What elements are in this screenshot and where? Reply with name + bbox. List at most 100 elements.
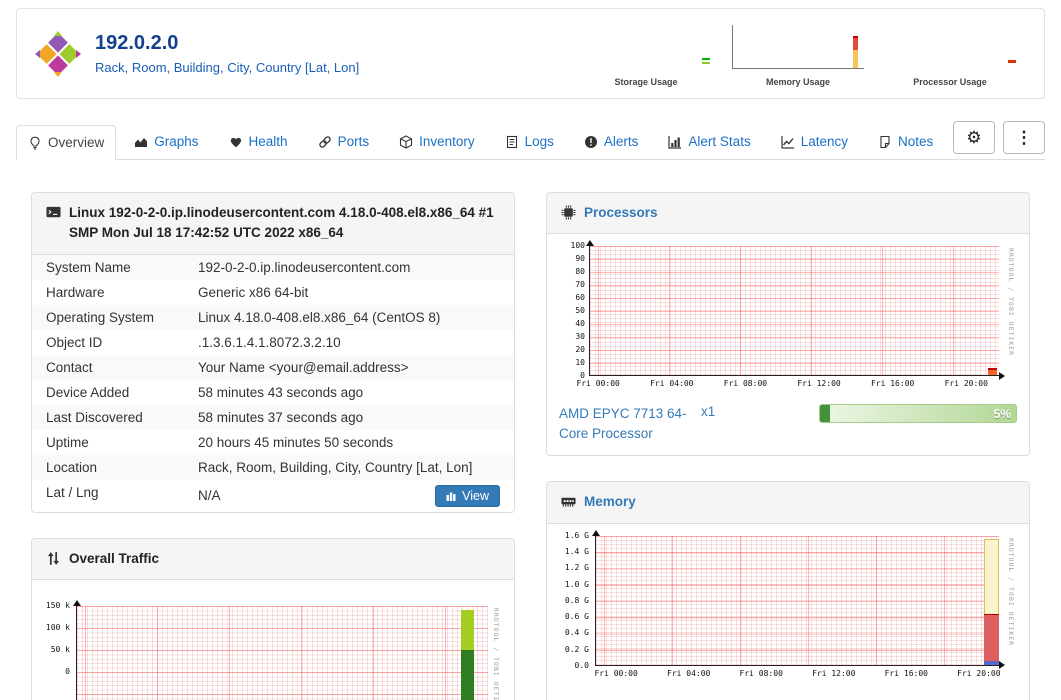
- cpu-count: x1: [701, 404, 716, 420]
- tab-graphs[interactable]: Graphs: [122, 124, 210, 159]
- memory-buffers-bar: [984, 660, 999, 665]
- row-value: 58 minutes 37 seconds ago: [198, 409, 364, 425]
- table-row: System Name 192-0-2-0.ip.linodeuserconte…: [32, 254, 514, 280]
- gear-icon: ⚙: [966, 128, 982, 147]
- traffic-arrows-icon: [47, 551, 60, 565]
- tab-overview[interactable]: Overview: [16, 125, 117, 160]
- row-label: Operating System: [46, 309, 155, 325]
- row-value: Your Name <your@email.address>: [198, 359, 409, 375]
- tab-alert-stats[interactable]: Alert Stats: [656, 124, 762, 159]
- tab-ports[interactable]: Ports: [306, 124, 382, 159]
- table-row: Object ID .1.3.6.1.4.1.8072.3.2.10: [32, 330, 514, 355]
- memory-icon: [561, 498, 576, 508]
- table-row: Lat / Lng N/A View: [32, 480, 514, 512]
- alert-circle-icon: [584, 135, 597, 148]
- memory-graph[interactable]: 1.6 G 1.4 G 1.2 G 1.0 G 0.8 G 0.6 G 0.4 …: [547, 524, 1029, 700]
- tab-actions: ⚙ ⋮: [953, 121, 1045, 159]
- table-row: Location Rack, Room, Building, City, Cou…: [32, 454, 514, 480]
- note-icon: [880, 135, 890, 148]
- traffic-plot: [72, 599, 488, 700]
- device-header: 192.0.2.0 Rack, Room, Building, City, Co…: [16, 8, 1045, 99]
- centos-logo: [35, 30, 81, 77]
- memory-mini-plot: [732, 25, 864, 69]
- row-value: Generic x86 64-bit: [198, 284, 309, 300]
- area-chart-icon: [135, 137, 148, 147]
- mini-graph-storage[interactable]: Storage Usage: [570, 19, 722, 87]
- system-info-header: Linux 192-0-2-0.ip.linodeusercontent.com…: [32, 193, 514, 255]
- traffic-out-bar: [461, 649, 474, 700]
- cpu-name-link[interactable]: AMD EPYC 7713 64-Core Processor: [559, 404, 699, 443]
- mini-graph-label: Processor Usage: [913, 77, 987, 87]
- row-value: 58 minutes 43 seconds ago: [198, 384, 364, 400]
- rrdtool-watermark: RRDTOOL / TOBI OETIKER: [1007, 537, 1015, 646]
- overview-content: Linux 192-0-2-0.ip.linodeusercontent.com…: [31, 192, 1030, 700]
- storage-mini-plot: [580, 25, 712, 69]
- memory-plot: Fri 00:00 Fri 04:00 Fri 08:00 Fri 12:00 …: [591, 529, 1005, 678]
- row-label: System Name: [46, 259, 131, 275]
- row-label: Uptime: [46, 434, 89, 450]
- table-row: Last Discovered 58 minutes 37 seconds ag…: [32, 404, 514, 430]
- logs-icon: [506, 135, 517, 148]
- more-actions-button[interactable]: ⋮: [1003, 121, 1045, 154]
- mini-graph-label: Storage Usage: [614, 77, 678, 87]
- row-label: Device Added: [46, 384, 130, 400]
- device-location-subtitle: Rack, Room, Building, City, Country [Lat…: [95, 60, 360, 75]
- row-label: Location: [46, 459, 98, 475]
- row-value: .1.3.6.1.4.1.8072.3.2.10: [198, 334, 341, 350]
- processors-header: Processors: [547, 193, 1029, 235]
- cpu-usage-spike: [988, 368, 997, 376]
- header-mini-graphs: Storage Usage Memory Usage Processor Usa…: [570, 19, 1026, 87]
- cpu-meta-row: AMD EPYC 7713 64-Core Processor x1 5%: [547, 400, 1029, 455]
- right-column: Processors 100 90 80 70 60 50 40 30 20 1…: [546, 192, 1030, 700]
- tab-inventory[interactable]: Inventory: [387, 124, 487, 159]
- row-value: Linux 4.18.0-408.el8.x86_64 (CentOS 8): [198, 309, 441, 325]
- processors-title-link[interactable]: Processors: [584, 203, 658, 223]
- cube-icon: [400, 134, 413, 149]
- line-chart-icon: [781, 135, 794, 149]
- table-row: Contact Your Name <your@email.address>: [32, 354, 514, 380]
- device-settings-button[interactable]: ⚙: [953, 121, 995, 154]
- kebab-icon: ⋮: [1015, 128, 1033, 147]
- row-value: 20 hours 45 minutes 50 seconds: [198, 434, 394, 450]
- memory-title-link[interactable]: Memory: [584, 492, 636, 512]
- table-row: Device Added 58 minutes 43 seconds ago: [32, 380, 514, 405]
- processors-plot: Fri 00:00 Fri 04:00 Fri 08:00 Fri 12:00 …: [576, 240, 1005, 388]
- heartbeat-icon: [230, 137, 241, 147]
- tab-bar: Overview Graphs Health Ports Inventory L…: [16, 121, 1045, 160]
- processors-panel: Processors 100 90 80 70 60 50 40 30 20 1…: [546, 192, 1030, 457]
- rrdtool-watermark: RRDTOOL / TOBI OETIKER: [1007, 248, 1015, 357]
- processors-graph[interactable]: 100 90 80 70 60 50 40 30 20 10 0 Fri 00:…: [547, 234, 1029, 400]
- mini-graph-memory[interactable]: Memory Usage: [722, 19, 874, 87]
- link-icon: [318, 135, 331, 148]
- row-label: Object ID: [46, 334, 103, 350]
- tab-latency[interactable]: Latency: [769, 124, 860, 159]
- row-label: Contact: [46, 359, 93, 375]
- row-value: Rack, Room, Building, City, Country [Lat…: [198, 459, 473, 475]
- rrdtool-watermark: RRDTOOL / TOBI OETIKER: [492, 607, 500, 700]
- cpu-usage-bar: 5%: [819, 404, 1017, 424]
- overall-traffic-graph[interactable]: 150 k 100 k 50 k 0 RRDTOOL / TOBI OETIKE…: [32, 580, 514, 700]
- overall-traffic-panel: Overall Traffic 150 k 100 k 50 k 0 RRDTO…: [31, 537, 515, 700]
- device-title: 192.0.2.0: [95, 32, 179, 54]
- memory-used-bar: [984, 613, 999, 665]
- view-button[interactable]: View: [435, 484, 500, 507]
- memory-panel: Memory 1.6 G 1.4 G 1.2 G 1.0 G 0.8 G 0.6…: [546, 481, 1030, 700]
- memory-header: Memory: [547, 482, 1029, 524]
- tab-logs[interactable]: Logs: [493, 124, 566, 159]
- tab-health[interactable]: Health: [217, 124, 300, 159]
- tab-notes[interactable]: Notes: [866, 124, 945, 159]
- cpu-usage-fill: [820, 405, 830, 423]
- terminal-icon: [46, 206, 61, 218]
- mini-graph-processor[interactable]: Processor Usage: [874, 19, 1026, 87]
- system-info-panel: Linux 192-0-2-0.ip.linodeusercontent.com…: [31, 192, 515, 513]
- mini-graph-label: Memory Usage: [765, 77, 831, 87]
- tab-alerts[interactable]: Alerts: [572, 124, 651, 159]
- row-value: N/A View: [184, 480, 514, 512]
- row-label: Hardware: [46, 284, 105, 300]
- table-row: Hardware Generic x86 64-bit: [32, 280, 514, 305]
- microchip-icon: [561, 205, 576, 220]
- left-column: Linux 192-0-2-0.ip.linodeusercontent.com…: [31, 192, 515, 700]
- table-row: Operating System Linux 4.18.0-408.el8.x8…: [32, 304, 514, 330]
- system-info-table: System Name 192-0-2-0.ip.linodeuserconte…: [32, 254, 514, 512]
- overall-traffic-header: Overall Traffic: [32, 538, 514, 580]
